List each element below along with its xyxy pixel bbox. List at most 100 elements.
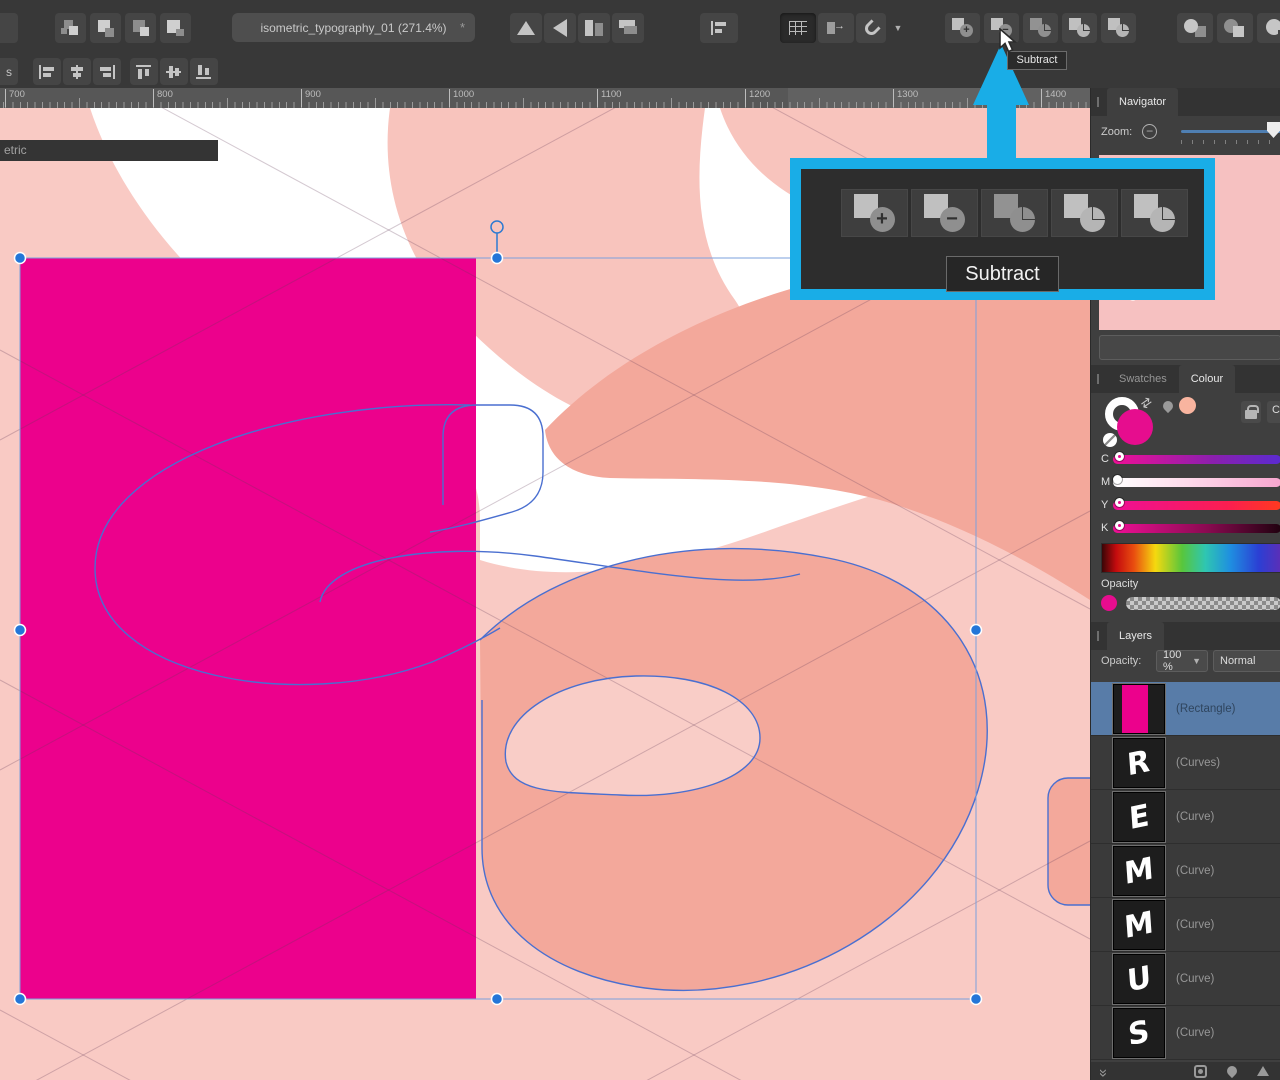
- align-right-button[interactable]: [93, 58, 121, 85]
- geometry-front-button[interactable]: [1177, 13, 1213, 43]
- geometry-notch-button[interactable]: [1257, 13, 1280, 43]
- layer-thumbnail[interactable]: [1113, 684, 1165, 734]
- layer-thumbnail[interactable]: U: [1113, 954, 1165, 1004]
- layer-row[interactable]: E (Curve): [1091, 790, 1280, 844]
- letter-thumb-glyph: R: [1126, 743, 1151, 783]
- align-middle-button[interactable]: [160, 58, 188, 85]
- layer-thumbnail[interactable]: R: [1113, 738, 1165, 788]
- layer-row[interactable]: M (Curve): [1091, 844, 1280, 898]
- ruler[interactable]: 70080090010001100120013001400: [0, 88, 1090, 108]
- alignment-options-button[interactable]: [700, 13, 738, 43]
- yellow-slider-row: Y: [1101, 497, 1280, 513]
- square-over-circle-icon: [1224, 19, 1246, 37]
- layer-row[interactable]: M (Curve): [1091, 898, 1280, 952]
- align-middle-icon: [166, 65, 182, 79]
- layer-row[interactable]: R (Curves): [1091, 736, 1280, 790]
- zoom-slider-track[interactable]: [1181, 130, 1280, 133]
- tab-navigator[interactable]: Navigator: [1107, 88, 1178, 116]
- cyan-slider[interactable]: [1113, 455, 1280, 464]
- mask-layer-icon[interactable]: [1194, 1065, 1207, 1078]
- circle-over-square-icon: [1184, 19, 1206, 37]
- vector-layer-icon[interactable]: [1257, 1066, 1269, 1076]
- yellow-slider[interactable]: [1113, 501, 1280, 510]
- layer-thumbnail[interactable]: S: [1113, 1008, 1165, 1058]
- flip-horizontal-button[interactable]: [510, 13, 542, 43]
- rotate-cw-button[interactable]: [612, 13, 644, 43]
- boolean-combine-button[interactable]: [1101, 13, 1136, 43]
- zoom-out-icon[interactable]: −: [1142, 124, 1157, 139]
- panel-grip-icon[interactable]: [1097, 631, 1099, 641]
- colour-mode-dropdown[interactable]: C: [1267, 401, 1280, 423]
- colour-wheel-row: ⇄ C: [1091, 393, 1280, 448]
- tab-swatches[interactable]: Swatches: [1107, 365, 1179, 393]
- boolean-divide-button[interactable]: [1062, 13, 1097, 43]
- picked-colour-swatch[interactable]: [1179, 397, 1196, 414]
- magnet-icon: [862, 19, 880, 37]
- letter-thumb-glyph: M: [1123, 904, 1155, 945]
- snapping-dropdown-button[interactable]: ▼: [888, 13, 908, 43]
- black-slider[interactable]: [1113, 524, 1280, 533]
- partial-label-button[interactable]: s: [0, 58, 18, 85]
- magenta-rectangle[interactable]: [20, 258, 476, 999]
- arrange-move-to-front-button[interactable]: [160, 13, 191, 43]
- cyan-slider-thumb[interactable]: [1115, 452, 1124, 461]
- panel-grip-icon[interactable]: [1097, 97, 1099, 107]
- yellow-label: Y: [1101, 499, 1113, 511]
- layer-row[interactable]: (Rectangle): [1091, 682, 1280, 736]
- subtract-icon: −: [923, 194, 967, 232]
- opacity-slider[interactable]: [1126, 597, 1280, 610]
- zoom-slider-thumb[interactable]: [1267, 122, 1280, 138]
- layer-row[interactable]: S (Curve): [1091, 1006, 1280, 1060]
- align-bottom-button[interactable]: [190, 58, 218, 85]
- cyan-slider-row: C: [1101, 451, 1280, 467]
- adjustment-layer-icon[interactable]: [1225, 1064, 1239, 1078]
- snapping-button[interactable]: [856, 13, 886, 43]
- artboard-label: etric: [0, 140, 218, 161]
- panel-grip-icon[interactable]: [1097, 374, 1099, 384]
- geometry-back-button[interactable]: [1217, 13, 1253, 43]
- rotate-ccw-button[interactable]: [578, 13, 610, 43]
- layers-opacity-dropdown[interactable]: 100 % ▼: [1156, 650, 1208, 672]
- callout-subtract-button[interactable]: −: [911, 189, 978, 237]
- magenta-slider[interactable]: [1113, 478, 1280, 487]
- tab-layers[interactable]: Layers: [1107, 622, 1164, 650]
- yellow-slider-thumb[interactable]: [1115, 498, 1124, 507]
- flip-vertical-button[interactable]: [544, 13, 576, 43]
- partial-toolbar-button[interactable]: [0, 13, 18, 43]
- blend-mode-value: Normal: [1220, 655, 1255, 667]
- navigator-input-box[interactable]: [1099, 335, 1280, 360]
- align-center-button[interactable]: [63, 58, 91, 85]
- align-top-button[interactable]: [130, 58, 158, 85]
- arrange-forward-one-button[interactable]: [125, 13, 156, 43]
- mouse-cursor: [998, 28, 1018, 54]
- scroll-to-selection-icon[interactable]: »: [1095, 1068, 1112, 1073]
- callout-combine-button[interactable]: [1121, 189, 1188, 237]
- magenta-slider-thumb[interactable]: [1113, 475, 1122, 484]
- no-colour-swatch[interactable]: [1103, 433, 1117, 447]
- document-modified-star: *: [460, 20, 465, 35]
- arrange-move-to-back-button[interactable]: [55, 13, 86, 43]
- move-by-whole-pixels-button[interactable]: →: [818, 13, 854, 43]
- black-slider-row: K: [1101, 520, 1280, 536]
- layer-thumbnail[interactable]: M: [1113, 900, 1165, 950]
- tab-colour[interactable]: Colour: [1179, 365, 1235, 393]
- document-tab[interactable]: isometric_typography_01 (271.4%) *: [232, 13, 475, 42]
- eyedropper-icon[interactable]: [1161, 399, 1175, 413]
- callout-add-button[interactable]: +: [841, 189, 908, 237]
- callout-intersect-button[interactable]: [981, 189, 1048, 237]
- callout-divide-button[interactable]: [1051, 189, 1118, 237]
- lock-button[interactable]: [1241, 401, 1261, 423]
- ruler-tick-label: 1000: [449, 89, 474, 107]
- layer-row[interactable]: U (Curve): [1091, 952, 1280, 1006]
- layer-thumbnail[interactable]: M: [1113, 846, 1165, 896]
- blend-mode-dropdown[interactable]: Normal: [1213, 650, 1280, 672]
- layer-thumbnail[interactable]: E: [1113, 792, 1165, 842]
- align-left-button[interactable]: [33, 58, 61, 85]
- fill-colour-swatch[interactable]: [1117, 409, 1153, 445]
- colour-spectrum-bar[interactable]: [1101, 543, 1280, 573]
- letter-thumb-glyph: U: [1126, 959, 1152, 999]
- show-grid-button[interactable]: [780, 13, 816, 43]
- arrange-back-one-button[interactable]: [90, 13, 121, 43]
- letter-thumb-glyph: S: [1127, 1013, 1151, 1053]
- black-slider-thumb[interactable]: [1115, 521, 1124, 530]
